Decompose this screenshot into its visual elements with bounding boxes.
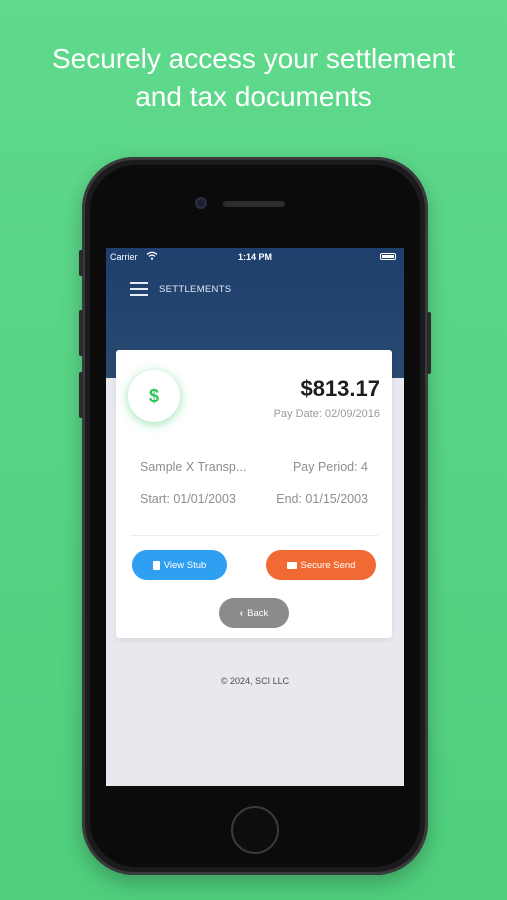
envelope-icon <box>286 561 297 569</box>
view-stub-button[interactable]: View Stub <box>132 550 227 580</box>
promo-line-2: and tax documents <box>135 81 372 112</box>
phone-power-button <box>427 312 431 374</box>
status-time: 1:14 PM <box>237 252 272 262</box>
chevron-left-icon: ‹ <box>239 607 244 619</box>
secure-send-button[interactable]: Secure Send <box>266 550 376 580</box>
back-label: Back <box>247 607 269 619</box>
promo-headline: Securely access your settlement and tax … <box>0 40 507 116</box>
file-icon <box>152 560 160 570</box>
start-date: Start: 01/01/2003 <box>140 492 236 506</box>
view-stub-label: View Stub <box>163 559 207 571</box>
phone-volume-down <box>79 372 83 418</box>
settlement-amount: $813.17 <box>300 376 380 401</box>
pay-period: Pay Period: 4 <box>292 460 368 474</box>
earpiece-speaker <box>223 201 285 207</box>
front-camera <box>195 197 207 209</box>
status-bar: Carrier 1:14 PM <box>106 248 404 266</box>
app-screen: Carrier 1:14 PM SETTLEMENTS $ $813.17 Pa… <box>106 248 404 786</box>
company-name: Sample X Transp... <box>140 460 247 474</box>
phone-side-button <box>79 250 83 276</box>
back-button[interactable]: ‹ Back <box>219 598 289 628</box>
nav-bar: SETTLEMENTS <box>106 282 404 298</box>
phone-volume-up <box>79 310 83 356</box>
battery-icon <box>380 253 396 260</box>
dollar-icon: $ <box>128 370 180 422</box>
card-divider <box>130 535 378 536</box>
page-title: SETTLEMENTS <box>159 284 232 295</box>
copyright-footer: © 2024, SCI LLC <box>220 676 290 686</box>
secure-send-label: Secure Send <box>300 559 356 571</box>
settlement-card: $ $813.17 Pay Date: 02/09/2016 Sample X … <box>116 350 392 638</box>
home-button[interactable] <box>231 806 279 854</box>
end-date: End: 01/15/2003 <box>276 492 368 506</box>
hamburger-menu-icon[interactable] <box>130 282 148 296</box>
pay-date: Pay Date: 02/09/2016 <box>273 408 380 420</box>
promo-line-1: Securely access your settlement <box>51 43 456 74</box>
